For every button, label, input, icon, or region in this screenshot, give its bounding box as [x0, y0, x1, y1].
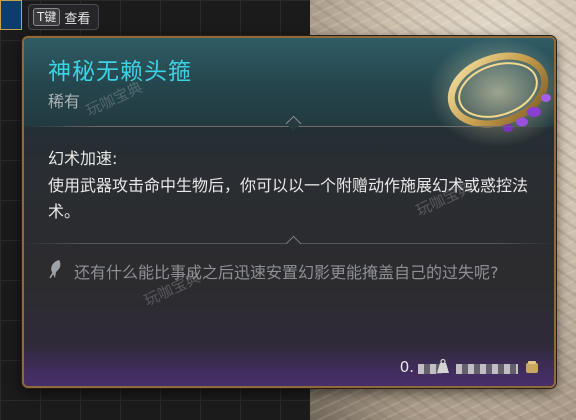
flavor-text: 还有什么能比事成之后迅速安置幻影更能掩盖自己的过失呢?: [74, 263, 499, 282]
item-rarity: 稀有: [48, 92, 81, 111]
weight-value: 0.: [399, 358, 414, 376]
weight-icon: [437, 358, 449, 373]
item-tooltip: 神秘无赖头箍 稀有 幻术加速: 使用武器攻击命中生物后，你可以以一个附赠动作施展…: [22, 36, 556, 388]
obscured-value: [456, 364, 518, 374]
item-name: 神秘无赖头箍: [48, 59, 192, 85]
selected-slot[interactable]: [0, 0, 22, 30]
coin-pouch-icon: [526, 361, 538, 373]
divider-notch: [285, 235, 302, 252]
effect-name: 幻术加速:: [48, 149, 118, 168]
key-badge: T键: [33, 8, 61, 26]
examine-hint[interactable]: T键 查看: [28, 4, 100, 30]
examine-label: 查看: [64, 11, 91, 27]
circlet-icon: [428, 38, 554, 147]
quill-icon: [49, 260, 61, 279]
